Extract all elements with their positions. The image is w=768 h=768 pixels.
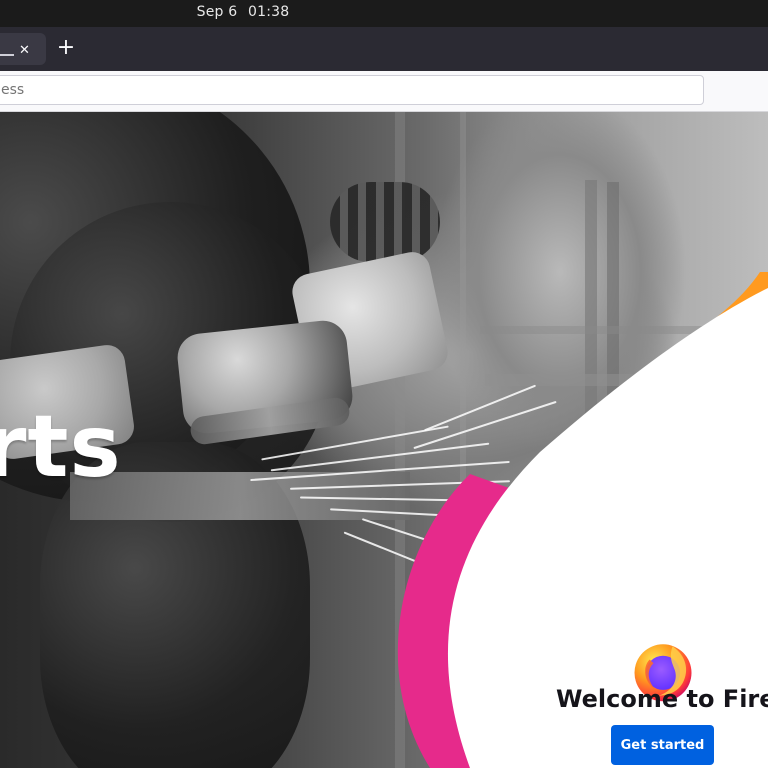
new-tab-button[interactable]: + (52, 34, 80, 62)
welcome-title: Welcome to Firefox (556, 685, 768, 713)
browser-tabstrip: ✕ + (0, 27, 768, 71)
system-date: Sep 6 (196, 4, 238, 20)
browser-tab[interactable]: ✕ (0, 33, 46, 65)
page-content: rts Welcome to Fire Get started (0, 112, 768, 768)
plus-icon: + (56, 35, 76, 60)
hero-heading-fragment: rts (0, 397, 122, 497)
tab-minus-icon (0, 54, 14, 56)
close-icon[interactable]: ✕ (19, 44, 30, 57)
system-topbar: Sep 6 01:38 (0, 0, 768, 27)
get-started-button[interactable]: Get started (611, 725, 714, 765)
browser-navbar (0, 71, 768, 112)
sleeve-stripes (330, 182, 440, 262)
system-clock: Sep 6 01:38 (0, 4, 627, 20)
address-bar-input[interactable] (0, 75, 704, 105)
system-time: 01:38 (248, 4, 290, 20)
